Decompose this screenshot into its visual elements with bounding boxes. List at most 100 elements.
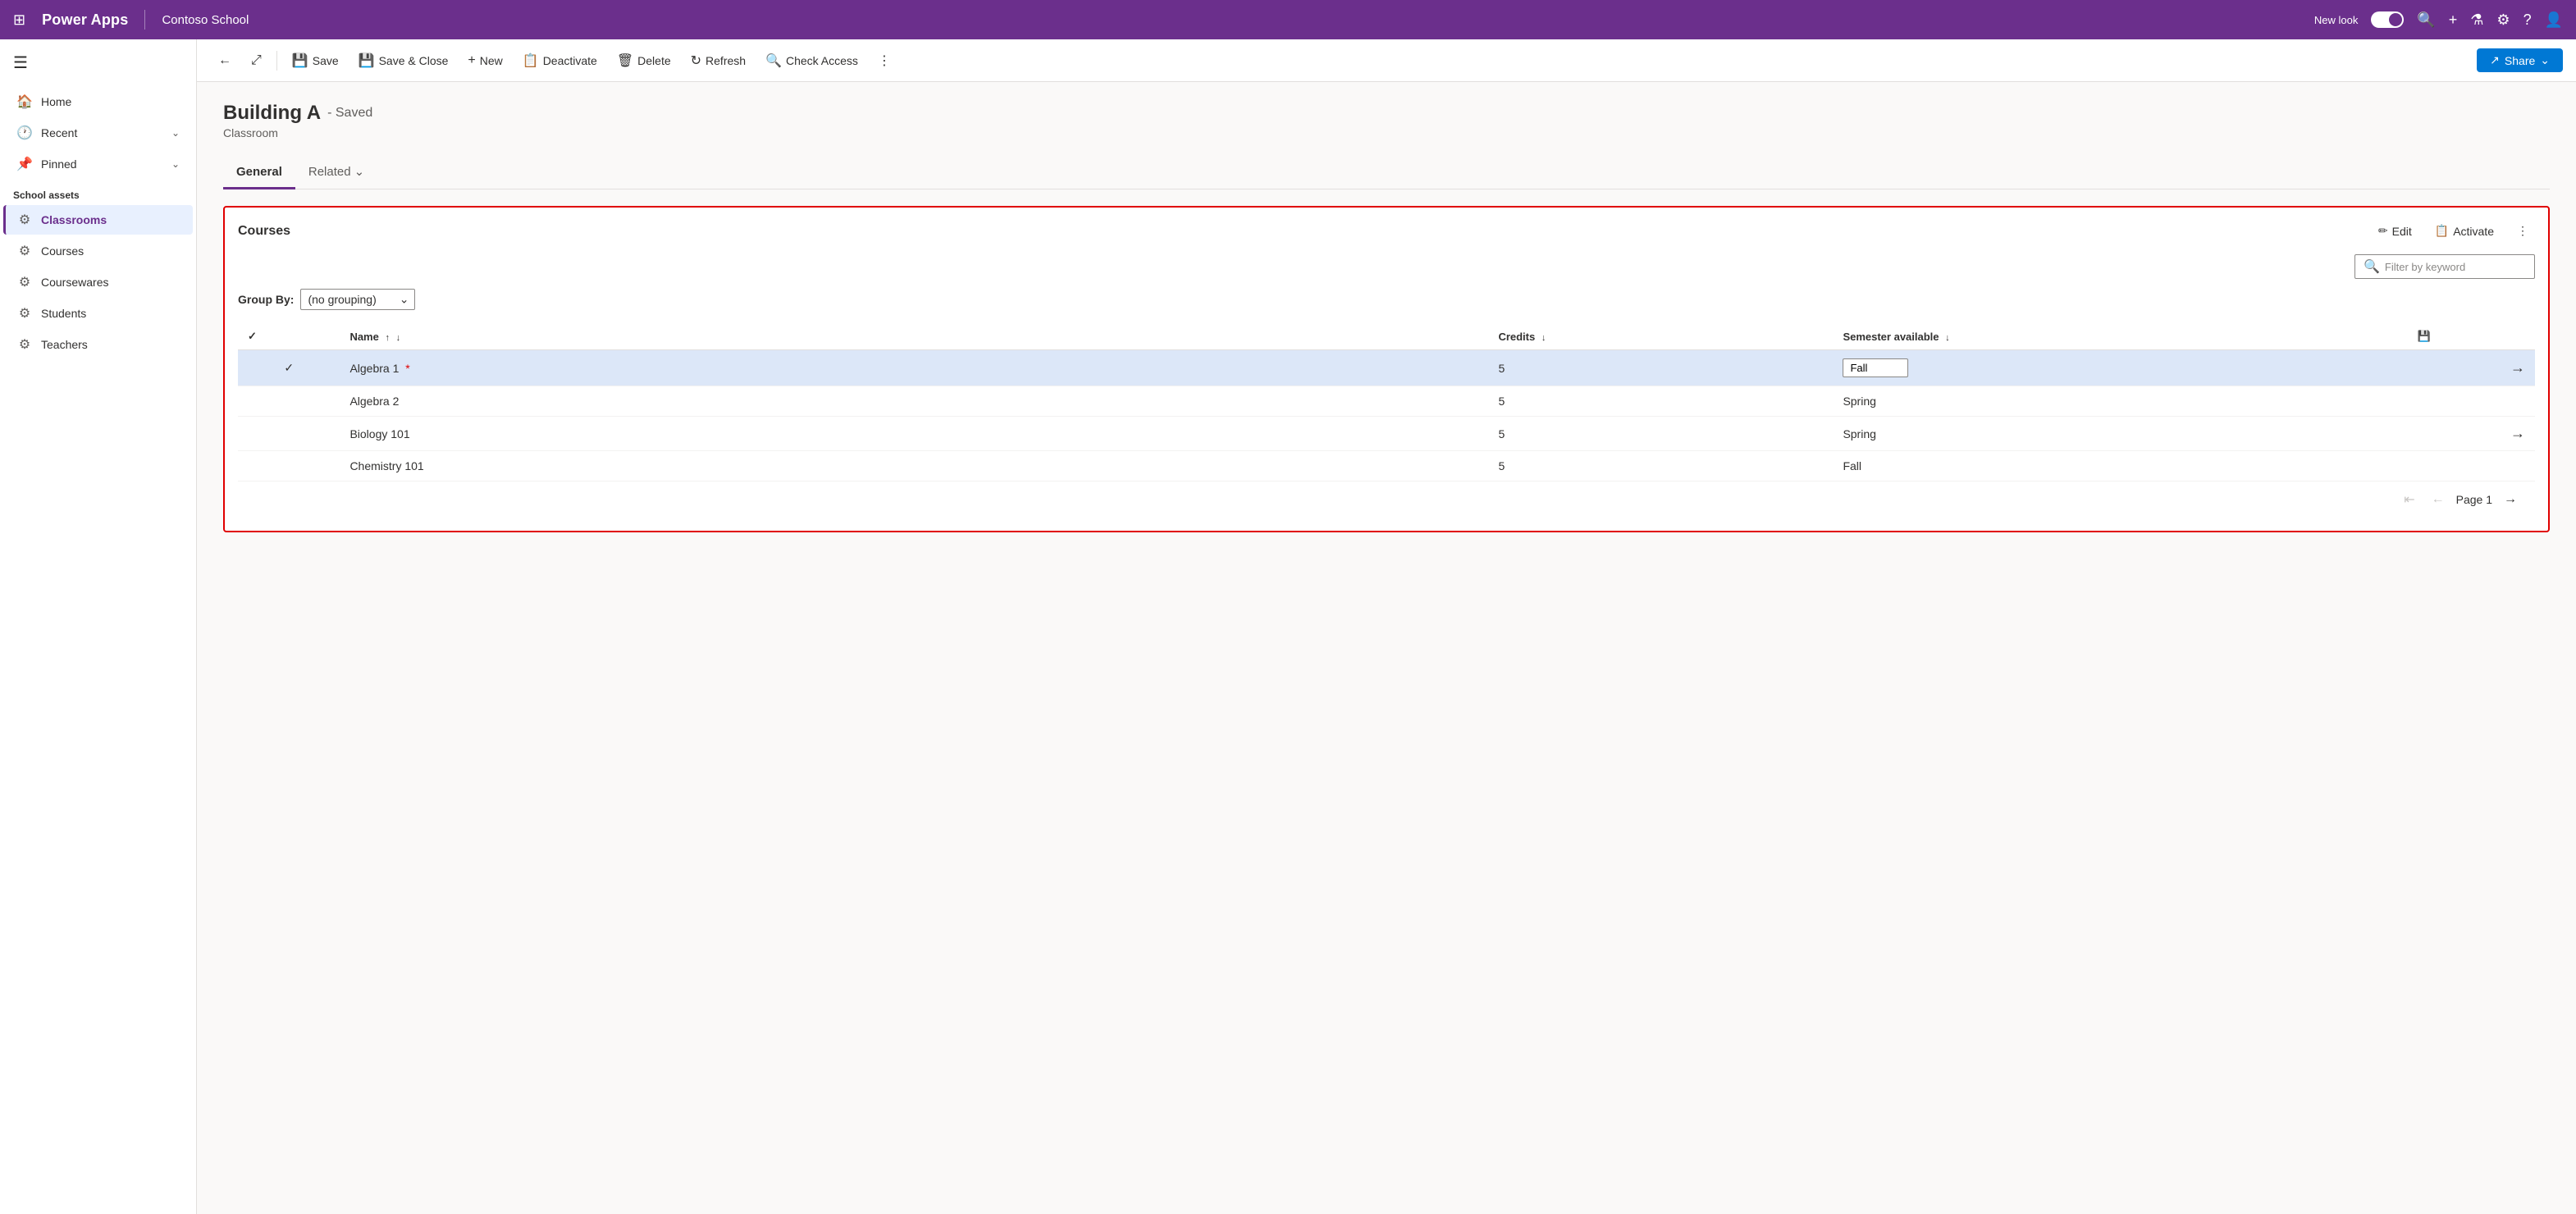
new-button[interactable]: + New xyxy=(459,49,510,72)
name-sort-asc-icon: ↑ xyxy=(385,333,390,343)
save-icon: 💾 xyxy=(292,52,308,69)
delete-label: Delete xyxy=(637,54,670,67)
sidebar-item-courses[interactable]: ⚙ Courses xyxy=(3,236,193,266)
row-name: Algebra 1 * xyxy=(340,350,1488,386)
table-row[interactable]: ✓Algebra 1 *5→ xyxy=(238,350,2535,386)
add-icon[interactable]: + xyxy=(2449,11,2458,29)
row-check[interactable] xyxy=(238,417,340,451)
navigate-arrow-icon[interactable]: → xyxy=(2510,359,2525,376)
table-header-row: ✓ Name ↑ ↓ Credits ↓ Semester xyxy=(238,323,2535,350)
activate-icon: 📋 xyxy=(2435,224,2449,238)
sidebar-item-home[interactable]: 🏠 Home xyxy=(3,87,193,116)
pagination: ⇤ ← Page 1 → xyxy=(238,481,2535,518)
refresh-label: Refresh xyxy=(706,54,746,67)
students-icon: ⚙ xyxy=(16,305,33,322)
row-semester: Fall xyxy=(1833,451,2407,481)
recent-icon: 🕐 xyxy=(16,125,33,141)
sidebar-item-students[interactable]: ⚙ Students xyxy=(3,299,193,328)
save-close-label: Save & Close xyxy=(379,54,449,67)
courses-edit-button[interactable]: ✏ Edit xyxy=(2372,221,2418,241)
record-header: Building A - Saved Classroom xyxy=(223,102,2550,139)
chevron-down-icon: ⌄ xyxy=(171,127,180,139)
row-check[interactable] xyxy=(238,451,340,481)
row-name: Algebra 2 xyxy=(340,386,1488,417)
share-label: Share xyxy=(2505,54,2535,67)
next-page-button[interactable]: → xyxy=(2499,489,2522,510)
row-credits: 5 xyxy=(1488,451,1833,481)
chevron-down-icon: ⌄ xyxy=(171,158,180,170)
settings-icon[interactable]: ⚙ xyxy=(2496,11,2510,29)
row-name: Chemistry 101 xyxy=(340,451,1488,481)
row-check[interactable] xyxy=(238,386,340,417)
sidebar-item-label: Classrooms xyxy=(41,213,180,226)
table-row[interactable]: Chemistry 1015Fall xyxy=(238,451,2535,481)
first-page-button[interactable]: ⇤ xyxy=(2399,488,2419,511)
open-button[interactable]: ⤢ xyxy=(243,49,270,72)
semester-sort-icon: ↓ xyxy=(1945,333,1950,343)
filter-search-icon: 🔍 xyxy=(2364,258,2380,275)
page-content: Building A - Saved Classroom General Rel… xyxy=(197,82,2576,1214)
home-icon: 🏠 xyxy=(16,94,33,110)
header-credits[interactable]: Credits ↓ xyxy=(1488,323,1833,350)
courses-activate-button[interactable]: 📋 Activate xyxy=(2428,221,2501,241)
save-close-button[interactable]: 💾 Save & Close xyxy=(350,48,457,73)
row-navigate-col: → xyxy=(2407,417,2535,451)
refresh-button[interactable]: ↻ Refresh xyxy=(683,48,754,73)
saved-badge: - Saved xyxy=(327,106,372,121)
teachers-icon: ⚙ xyxy=(16,336,33,353)
table-row[interactable]: Algebra 25Spring xyxy=(238,386,2535,417)
table-row[interactable]: Biology 1015Spring→ xyxy=(238,417,2535,451)
share-icon: ↗ xyxy=(2490,53,2500,67)
help-icon[interactable]: ? xyxy=(2523,11,2532,29)
more-options-button[interactable]: ⋮ xyxy=(870,48,899,73)
share-button[interactable]: ↗ Share ⌄ xyxy=(2477,48,2563,72)
header-semester[interactable]: Semester available ↓ xyxy=(1833,323,2407,350)
check-access-label: Check Access xyxy=(786,54,858,67)
header-check[interactable]: ✓ xyxy=(238,323,340,350)
credits-sort-icon: ↓ xyxy=(1541,333,1546,343)
hamburger-button[interactable]: ☰ xyxy=(0,46,196,86)
header-name[interactable]: Name ↑ ↓ xyxy=(340,323,1488,350)
deactivate-button[interactable]: 📋 Deactivate xyxy=(514,48,605,73)
filter-row: 🔍 xyxy=(238,254,2535,279)
record-type: Classroom xyxy=(223,126,2550,139)
courses-header: Courses ✏ Edit 📋 Activate ⋮ xyxy=(238,221,2535,241)
sidebar-item-pinned[interactable]: 📌 Pinned ⌄ xyxy=(3,149,193,179)
content-area: ← ⤢ 💾 Save 💾 Save & Close + New 📋 Deacti… xyxy=(197,39,2576,1214)
delete-icon: 🗑 xyxy=(617,52,633,69)
semester-edit-input[interactable] xyxy=(1843,358,1908,377)
sidebar-item-recent[interactable]: 🕐 Recent ⌄ xyxy=(3,118,193,148)
waffle-icon[interactable]: ⊞ xyxy=(13,11,25,29)
back-button[interactable]: ← xyxy=(210,49,240,72)
new-label: New xyxy=(480,54,503,67)
prev-page-button[interactable]: ← xyxy=(2427,489,2450,510)
refresh-icon: ↻ xyxy=(691,52,701,69)
row-navigate-col xyxy=(2407,386,2535,417)
group-by-select[interactable]: (no grouping) xyxy=(300,289,415,310)
new-look-toggle[interactable] xyxy=(2371,11,2404,28)
tab-related[interactable]: Related ⌄ xyxy=(295,156,377,189)
filter-icon[interactable]: ⚗ xyxy=(2470,11,2483,29)
sidebar-item-teachers[interactable]: ⚙ Teachers xyxy=(3,330,193,359)
courses-section: Courses ✏ Edit 📋 Activate ⋮ xyxy=(223,206,2550,532)
courses-more-button[interactable]: ⋮ xyxy=(2510,221,2535,241)
check-access-button[interactable]: 🔍 Check Access xyxy=(757,48,866,73)
save-button[interactable]: 💾 Save xyxy=(284,48,347,73)
sidebar-item-classrooms[interactable]: ⚙ Classrooms xyxy=(3,205,193,235)
open-icon: ⤢ xyxy=(251,53,262,68)
nav-divider xyxy=(144,10,145,30)
tab-general[interactable]: General xyxy=(223,157,295,189)
row-semester: Spring xyxy=(1833,417,2407,451)
search-icon[interactable]: 🔍 xyxy=(2417,11,2435,29)
delete-button[interactable]: 🗑 Delete xyxy=(609,48,679,73)
row-check[interactable]: ✓ xyxy=(238,350,340,386)
navigate-arrow-icon[interactable]: → xyxy=(2510,425,2525,441)
filter-input[interactable] xyxy=(2385,261,2526,273)
top-nav-right: New look 🔍 + ⚗ ⚙ ? 👤 xyxy=(2314,11,2563,29)
user-avatar[interactable]: 👤 xyxy=(2545,11,2563,29)
toolbar-separator xyxy=(276,51,277,71)
row-semester[interactable] xyxy=(1833,350,2407,386)
sidebar-item-label: Students xyxy=(41,307,180,320)
sidebar-item-coursewares[interactable]: ⚙ Coursewares xyxy=(3,267,193,297)
courses-icon: ⚙ xyxy=(16,243,33,259)
